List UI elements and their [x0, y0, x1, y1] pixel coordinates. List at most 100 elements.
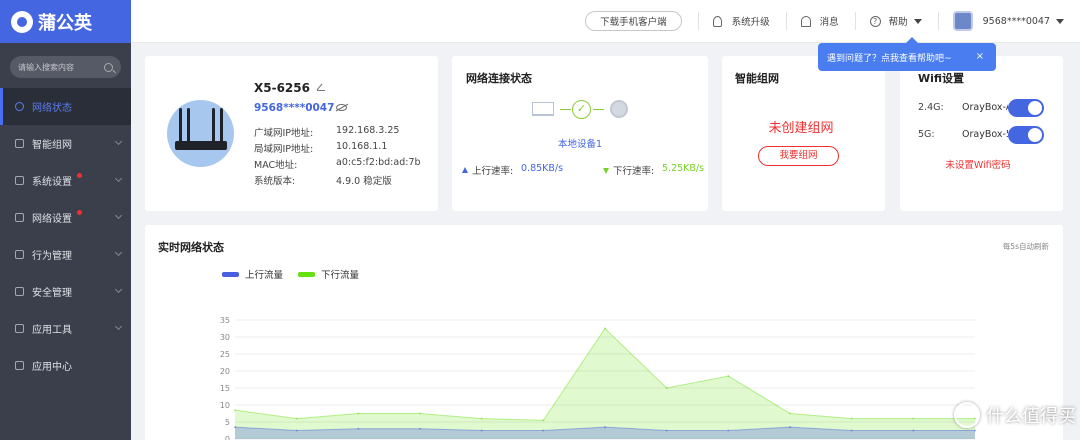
wan-ip-value: 192.168.3.25: [336, 125, 400, 136]
messages-button[interactable]: 消息: [800, 14, 839, 28]
y-tick-label: 25: [220, 350, 230, 359]
divider: [697, 12, 699, 30]
y-tick-label: 20: [220, 367, 230, 376]
realtime-card: 实时网络状态 每5s自动刷新 上行流量 下行流量 0 5 10 15 20 25 30 35: [145, 225, 1063, 440]
top-bar: 下载手机客户端 系统升级 消息 ? 帮助 9568****0047: [131, 0, 1080, 43]
globe-icon: [610, 100, 628, 118]
data-point: [234, 426, 236, 429]
notification-dot: [77, 173, 82, 178]
data-point: [789, 426, 791, 429]
divider: [937, 12, 939, 30]
data-point: [357, 412, 360, 415]
hide-icon[interactable]: [336, 104, 347, 111]
mesh-status: 未创建组网: [768, 121, 834, 136]
download-app-button[interactable]: 下载手机客户端: [585, 11, 682, 31]
data-point: [604, 426, 606, 429]
nav-icon: [15, 324, 24, 333]
data-point: [295, 417, 298, 420]
data-point: [727, 429, 730, 432]
wifi-card: Wifi设置 2.4G: OrayBox-A0 5G: OrayBox-5G 未…: [900, 56, 1063, 211]
local-device-link[interactable]: 本地设备1: [452, 136, 708, 150]
device-name: X5-6256: [254, 81, 310, 95]
sidebar-item-label: 应用工具: [32, 325, 72, 336]
sidebar-item[interactable]: 行为管理: [0, 236, 131, 273]
logo[interactable]: 蒲公英: [0, 0, 131, 43]
logo-text: 蒲公英: [38, 12, 92, 34]
sidebar-item[interactable]: 系统设置: [0, 162, 131, 199]
sidebar: 蒲公英 网络状态智能组网系统设置网络设置行为管理安全管理应用工具应用中心: [0, 0, 131, 440]
chevron-down-icon: [114, 174, 123, 183]
close-icon[interactable]: ×: [976, 51, 984, 62]
search-input[interactable]: [18, 62, 98, 72]
data-point: [295, 429, 298, 432]
wifi-24g-toggle[interactable]: [1008, 99, 1044, 117]
chevron-down-icon: [114, 285, 123, 294]
connection-diagram: ✓: [532, 98, 632, 122]
data-point: [912, 429, 915, 432]
sidebar-item-label: 系统设置: [32, 177, 72, 188]
account-menu[interactable]: 9568****0047: [952, 11, 1064, 31]
nav-icon: [15, 213, 24, 222]
sidebar-item-label: 行为管理: [32, 251, 72, 262]
data-point: [604, 327, 606, 330]
y-tick-label: 15: [220, 384, 230, 393]
laptop-icon: [532, 102, 554, 116]
arrow-up-icon: [462, 167, 468, 173]
edit-icon[interactable]: [317, 83, 325, 91]
wan-ip-label: 广域网IP地址:: [254, 128, 314, 139]
y-tick-label: 30: [220, 333, 230, 342]
y-tick-label: 0: [225, 435, 230, 440]
sidebar-item[interactable]: 网络状态: [0, 88, 131, 125]
mac-label: MAC地址:: [254, 160, 298, 171]
data-point: [789, 412, 791, 415]
create-mesh-button[interactable]: 我要组网: [758, 146, 839, 166]
bell-icon: [800, 15, 811, 27]
y-tick-label: 5: [225, 418, 230, 427]
lan-ip-label: 局域网IP地址:: [254, 144, 314, 155]
version-label: 系统版本:: [254, 176, 296, 187]
system-upgrade-button[interactable]: 系统升级: [712, 14, 770, 28]
sidebar-item[interactable]: 网络设置: [0, 199, 131, 236]
search-icon[interactable]: [104, 62, 113, 72]
data-point: [727, 375, 730, 378]
sidebar-item-label: 网络状态: [32, 103, 72, 114]
version-value: 4.9.0 稳定版: [336, 176, 392, 187]
check-icon: ✓: [572, 100, 591, 119]
arrow-down-icon: [603, 168, 609, 174]
y-tick-label: 10: [220, 401, 230, 410]
data-point: [542, 429, 545, 432]
data-point: [357, 427, 360, 430]
sidebar-item[interactable]: 应用工具: [0, 310, 131, 347]
download-rate-value: 5.25KB/s: [662, 163, 705, 174]
data-point: [665, 429, 668, 432]
data-point: [480, 429, 483, 432]
nav-icon: [15, 139, 24, 148]
lan-ip-value: 10.168.1.1: [336, 141, 388, 152]
chevron-down-icon: [114, 322, 123, 331]
sidebar-item[interactable]: 安全管理: [0, 273, 131, 310]
wifi-5g-toggle[interactable]: [1008, 126, 1044, 144]
wifi-password-warning[interactable]: 未设置Wifi密码: [900, 157, 1056, 171]
wifi-band-label: 5G:: [918, 129, 935, 140]
help-tooltip[interactable]: 遇到问题了？点我查看帮助吧~ ×: [818, 37, 996, 71]
data-point: [542, 419, 545, 422]
traffic-chart: 0 5 10 15 20 25 30 35: [220, 316, 976, 440]
wifi-ssid: OrayBox-A0: [962, 102, 1008, 113]
data-point: [974, 429, 976, 432]
nav-icon: [15, 102, 24, 111]
chevron-down-icon: [913, 18, 922, 24]
connection-card: 网络连接状态 ✓ 本地设备1 上行速率: 0.85KB/s 下行速率: 5.25…: [452, 56, 708, 211]
help-icon: ?: [869, 15, 881, 27]
sidebar-item[interactable]: 智能组网: [0, 125, 131, 162]
data-point: [850, 417, 853, 420]
download-rate-label: 下行速率:: [603, 163, 654, 177]
account-name: 9568****0047: [982, 15, 1050, 27]
watermark-text: 什么值得买: [986, 406, 1076, 427]
help-menu[interactable]: ? 帮助: [869, 14, 922, 28]
series-area: [235, 328, 975, 439]
sidebar-item[interactable]: 应用中心: [0, 347, 131, 384]
chevron-down-icon: [114, 248, 123, 257]
wifi-band-label: 2.4G:: [918, 102, 944, 113]
nav-icon: [15, 250, 24, 259]
data-point: [665, 387, 668, 389]
